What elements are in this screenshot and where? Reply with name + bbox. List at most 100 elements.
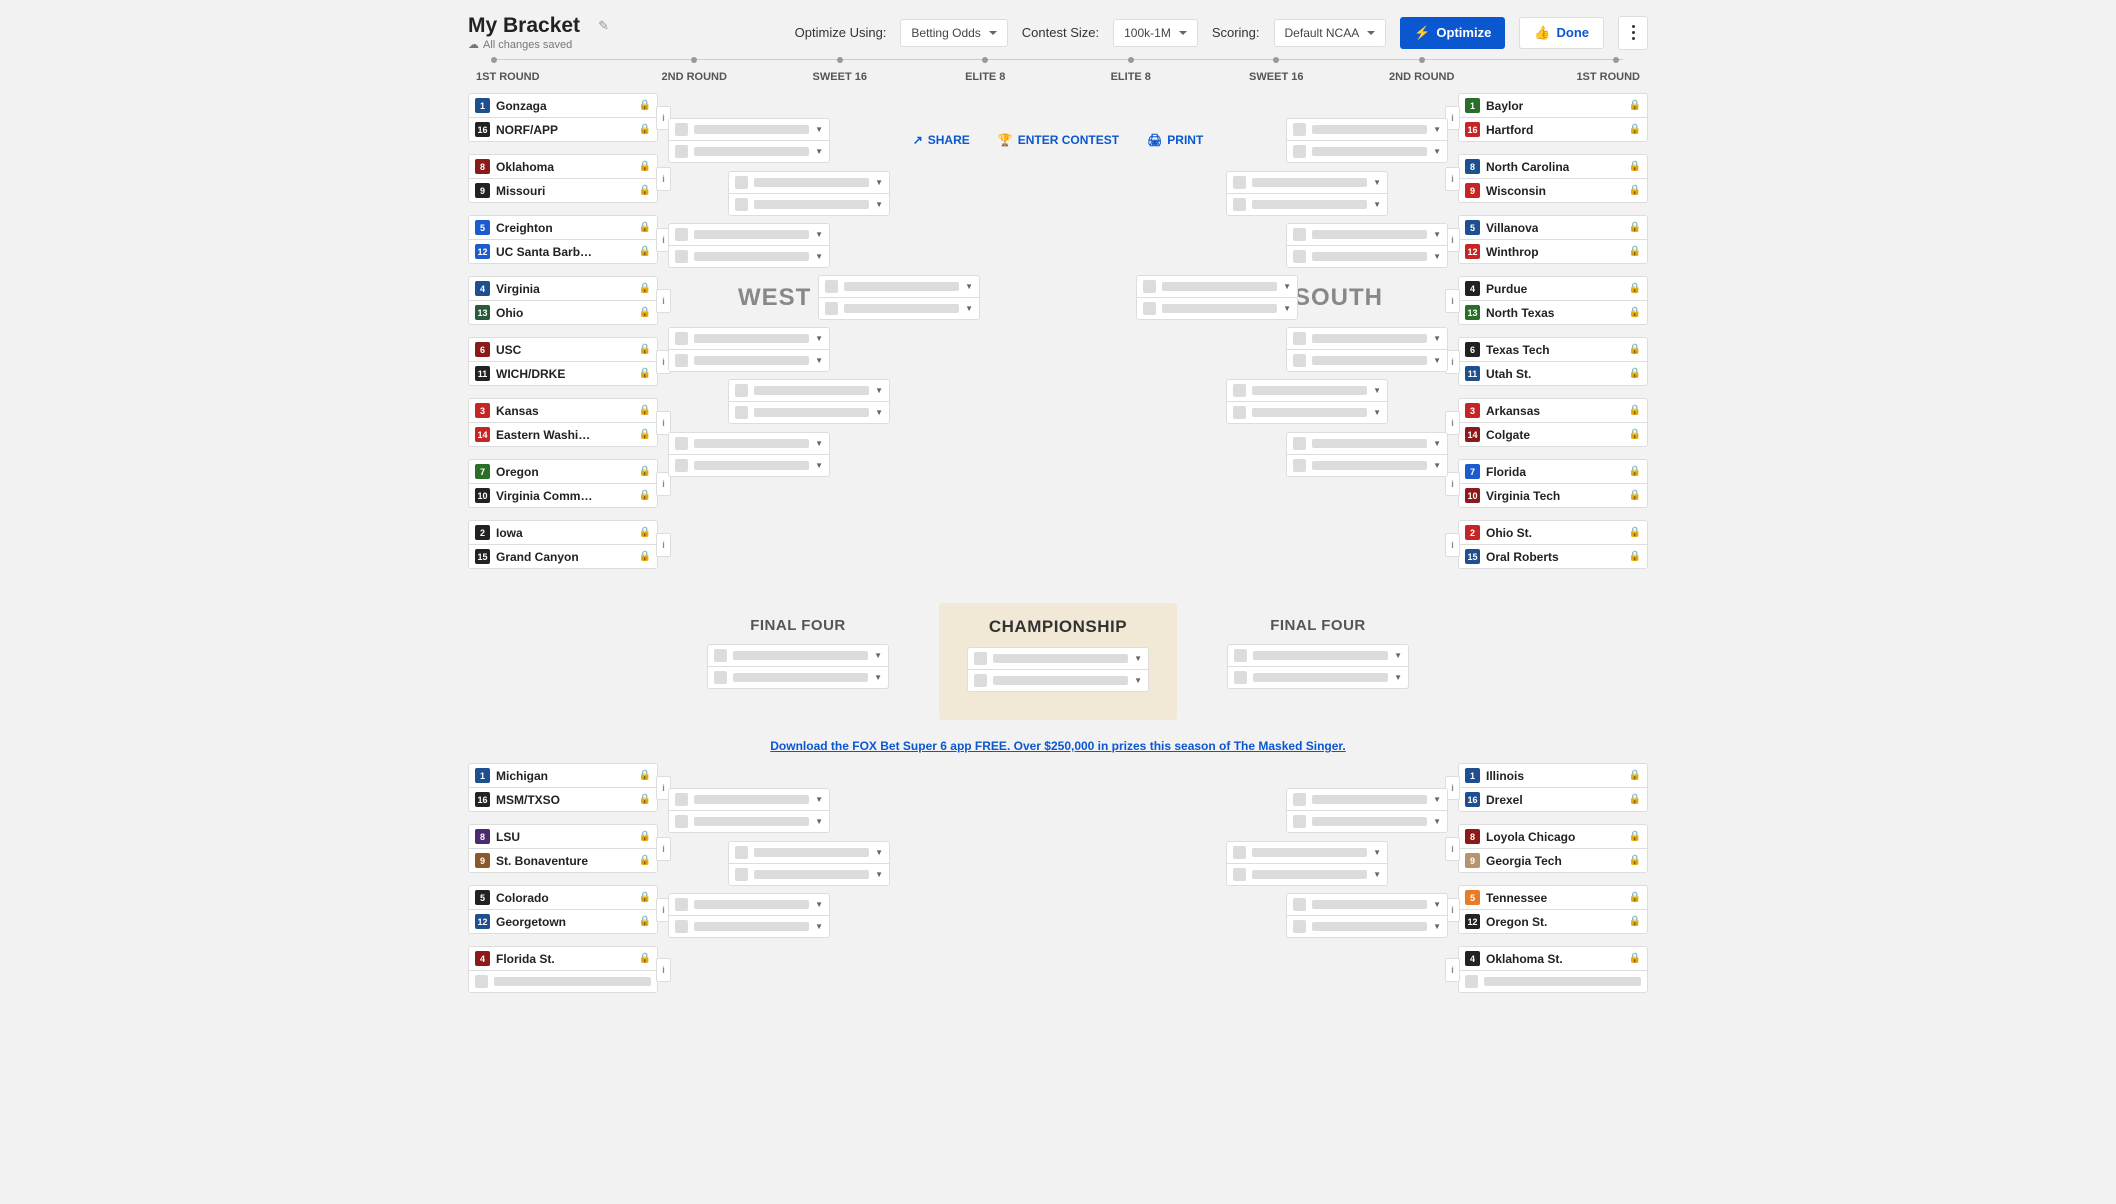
team-row[interactable]: 1Michigan🔒 (469, 764, 657, 788)
team-row[interactable]: 5Villanova🔒 (1459, 216, 1647, 240)
round2-slot[interactable]: ▼▼ (1286, 327, 1448, 372)
team-row[interactable]: 8Oklahoma🔒 (469, 155, 657, 179)
final-four-slot-right[interactable]: ▼▼ (1227, 644, 1409, 689)
info-button[interactable]: i (1445, 167, 1460, 191)
team-row[interactable]: 8LSU🔒 (469, 825, 657, 849)
info-button[interactable]: i (656, 837, 671, 861)
team-row[interactable]: 16MSM/TXSO🔒 (469, 788, 657, 811)
team-row-empty[interactable] (1459, 971, 1647, 992)
sweet16-slot[interactable]: ▼▼ (1226, 171, 1388, 216)
optimize-using-select[interactable]: Betting Odds (900, 19, 1007, 47)
info-button[interactable]: i (1445, 837, 1460, 861)
sweet16-slot[interactable]: ▼▼ (1226, 841, 1388, 886)
team-row[interactable]: 9Georgia Tech🔒 (1459, 849, 1647, 872)
team-row[interactable]: 14Eastern Washin…🔒 (469, 423, 657, 446)
print-link[interactable]: 🖨PRINT (1147, 133, 1203, 147)
round2-slot[interactable]: ▼▼ (1286, 788, 1448, 833)
team-row[interactable]: 12Oregon St.🔒 (1459, 910, 1647, 933)
round2-slot[interactable]: ▼▼ (668, 223, 830, 268)
team-row[interactable]: 2Ohio St.🔒 (1459, 521, 1647, 545)
team-row[interactable]: 7Oregon🔒 (469, 460, 657, 484)
team-row[interactable]: 9Missouri🔒 (469, 179, 657, 202)
contest-size-select[interactable]: 100k-1M (1113, 19, 1198, 47)
scoring-select[interactable]: Default NCAA (1274, 19, 1387, 47)
promo-link[interactable]: Download the FOX Bet Super 6 app FREE. O… (770, 739, 1346, 753)
team-row[interactable]: 4Florida St.🔒 (469, 947, 657, 971)
round2-slot[interactable]: ▼▼ (668, 893, 830, 938)
team-row[interactable]: 1Illinois🔒 (1459, 764, 1647, 788)
team-row[interactable]: 7Florida🔒 (1459, 460, 1647, 484)
team-row[interactable]: 16NORF/APP🔒 (469, 118, 657, 141)
team-row[interactable]: 12Georgetown🔒 (469, 910, 657, 933)
done-button[interactable]: 👍Done (1519, 17, 1604, 49)
elite8-slot[interactable]: ▼▼ (1136, 275, 1298, 320)
team-row[interactable]: 15Grand Canyon🔒 (469, 545, 657, 568)
team-row[interactable]: 8Loyola Chicago🔒 (1459, 825, 1647, 849)
info-button[interactable]: i (1445, 533, 1460, 557)
championship-slot[interactable]: ▼▼ (967, 647, 1149, 692)
team-row[interactable]: 9Wisconsin🔒 (1459, 179, 1647, 202)
team-row[interactable]: 5Colorado🔒 (469, 886, 657, 910)
team-row[interactable]: 4Virginia🔒 (469, 277, 657, 301)
team-row[interactable]: 2Iowa🔒 (469, 521, 657, 545)
team-row[interactable]: 13Ohio🔒 (469, 301, 657, 324)
round2-slot[interactable]: ▼▼ (1286, 432, 1448, 477)
info-button[interactable]: i (1445, 289, 1460, 313)
sweet16-slot[interactable]: ▼▼ (1226, 379, 1388, 424)
more-menu-button[interactable] (1618, 16, 1648, 50)
team-row[interactable]: 9St. Bonaventure🔒 (469, 849, 657, 872)
team-name: Illinois (1486, 769, 1524, 783)
optimize-button[interactable]: ⚡Optimize (1400, 17, 1505, 49)
sweet16-slot[interactable]: ▼▼ (728, 171, 890, 216)
team-row[interactable]: 1Gonzaga🔒 (469, 94, 657, 118)
info-button[interactable]: i (1445, 411, 1460, 435)
elite8-slot[interactable]: ▼▼ (818, 275, 980, 320)
round-label: 1ST ROUND (476, 71, 622, 83)
info-button[interactable]: i (1445, 958, 1460, 982)
team-name: Loyola Chicago (1486, 830, 1575, 844)
team-row[interactable]: 6Texas Tech🔒 (1459, 338, 1647, 362)
final-four-slot-left[interactable]: ▼▼ (707, 644, 889, 689)
team-row[interactable]: 12Winthrop🔒 (1459, 240, 1647, 263)
team-row[interactable]: 16Hartford🔒 (1459, 118, 1647, 141)
info-button[interactable]: i (656, 958, 671, 982)
team-row[interactable]: 14Colgate🔒 (1459, 423, 1647, 446)
team-name: WICH/DRKE (496, 367, 565, 381)
team-row[interactable]: 3Kansas🔒 (469, 399, 657, 423)
round2-slot[interactable]: ▼▼ (1286, 893, 1448, 938)
team-name: NORF/APP (496, 123, 558, 137)
round2-slot[interactable]: ▼▼ (668, 432, 830, 477)
team-row[interactable]: 1Baylor🔒 (1459, 94, 1647, 118)
round2-slot[interactable]: ▼▼ (668, 788, 830, 833)
info-button[interactable]: i (656, 411, 671, 435)
info-button[interactable]: i (656, 533, 671, 557)
team-row[interactable]: 11Utah St.🔒 (1459, 362, 1647, 385)
team-row[interactable]: 16Drexel🔒 (1459, 788, 1647, 811)
info-button[interactable]: i (656, 167, 671, 191)
team-row[interactable]: 13North Texas🔒 (1459, 301, 1647, 324)
edit-icon[interactable]: ✎ (598, 18, 609, 34)
team-row[interactable]: 10Virginia Tech🔒 (1459, 484, 1647, 507)
team-row-empty[interactable] (469, 971, 657, 992)
team-row[interactable]: 6USC🔒 (469, 338, 657, 362)
enter-contest-link[interactable]: 🏆ENTER CONTEST (998, 133, 1119, 147)
team-row[interactable]: 11WICH/DRKE🔒 (469, 362, 657, 385)
team-row[interactable]: 8North Carolina🔒 (1459, 155, 1647, 179)
team-row[interactable]: 12UC Santa Barbara🔒 (469, 240, 657, 263)
round2-slot[interactable]: ▼▼ (1286, 118, 1448, 163)
team-row[interactable]: 3Arkansas🔒 (1459, 399, 1647, 423)
round2-slot[interactable]: ▼▼ (668, 118, 830, 163)
seed-badge: 4 (475, 951, 490, 966)
team-row[interactable]: 5Tennessee🔒 (1459, 886, 1647, 910)
team-row[interactable]: 15Oral Roberts🔒 (1459, 545, 1647, 568)
team-row[interactable]: 4Oklahoma St.🔒 (1459, 947, 1647, 971)
round2-slot[interactable]: ▼▼ (668, 327, 830, 372)
team-row[interactable]: 5Creighton🔒 (469, 216, 657, 240)
team-row[interactable]: 4Purdue🔒 (1459, 277, 1647, 301)
round2-slot[interactable]: ▼▼ (1286, 223, 1448, 268)
sweet16-slot[interactable]: ▼▼ (728, 841, 890, 886)
team-row[interactable]: 10Virginia Commo…🔒 (469, 484, 657, 507)
share-link[interactable]: ↗SHARE (913, 133, 970, 147)
info-button[interactable]: i (656, 289, 671, 313)
sweet16-slot[interactable]: ▼▼ (728, 379, 890, 424)
